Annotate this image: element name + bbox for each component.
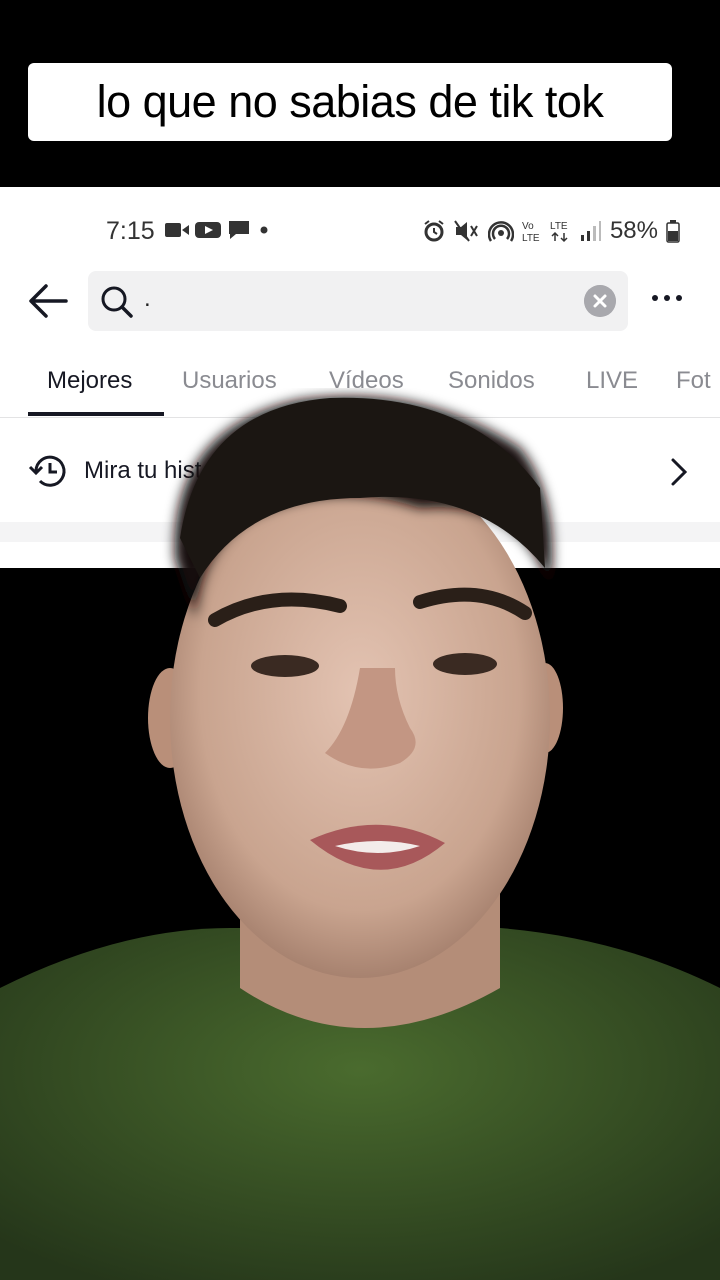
status-right-icons: Vo LTE LTE 58% [422,217,680,245]
battery-icon [666,220,680,243]
search-icon [101,286,133,318]
dot-icon [260,226,268,234]
svg-text:Vo: Vo [522,221,534,232]
volte-icon: VoLTE [522,221,540,243]
search-value: . [144,285,151,312]
search-row: . [0,269,720,333]
youtube-icon [195,222,221,238]
battery-percentage: 58% [609,217,658,244]
status-time: 7:15 [106,217,155,245]
caption-text: lo que no sabias de tik tok [96,76,604,127]
status-left-icons [165,219,271,241]
chat-icon [229,221,249,239]
video-camera-icon [165,223,189,237]
mute-icon [454,220,478,242]
video-caption: lo que no sabias de tik tok [28,63,672,141]
lte-icon: LTE [550,221,568,243]
back-arrow-icon[interactable] [28,283,68,319]
alarm-icon [424,220,444,242]
hotspot-icon [487,221,514,242]
search-input[interactable]: . [88,271,628,331]
svg-text:LTE: LTE [550,221,568,232]
status-bar: 7:15 Vo LTE LTE 58% [0,187,720,277]
clear-search-icon[interactable] [584,285,616,317]
person-video [0,396,720,1280]
svg-text:LTE: LTE [522,233,540,243]
more-options-icon[interactable] [652,295,688,307]
signal-icon [580,221,601,241]
